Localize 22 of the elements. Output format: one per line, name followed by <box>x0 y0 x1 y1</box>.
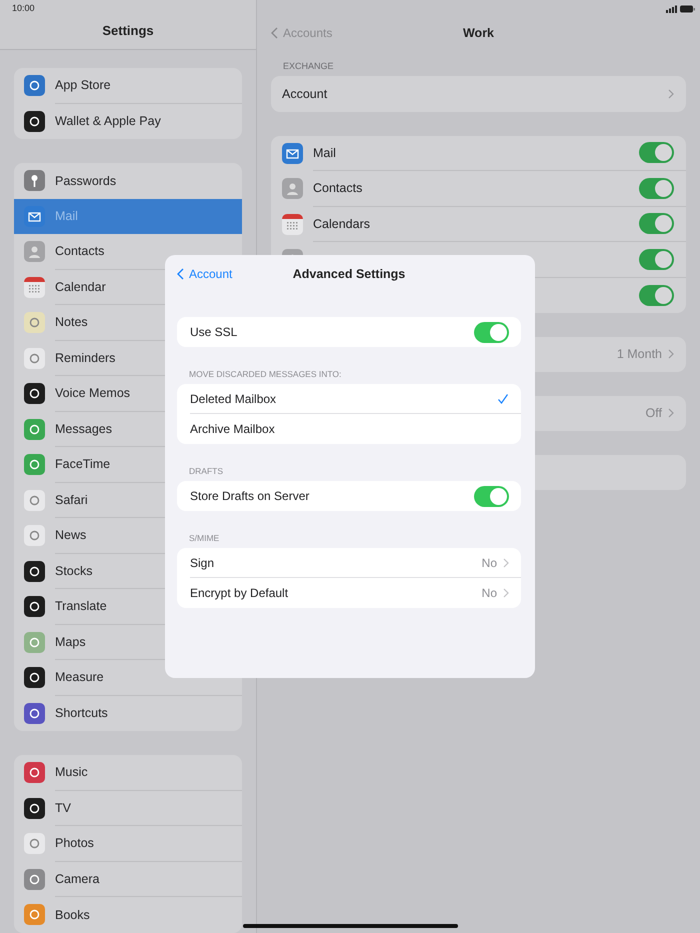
section-header: DRAFTS <box>188 466 224 476</box>
row-label: Contacts <box>313 181 364 196</box>
row-label: Archive Mailbox <box>190 422 276 436</box>
row-label: Deleted Mailbox <box>190 392 278 406</box>
page-title: Work <box>462 26 494 40</box>
section-header: MOVE DISCARDED MESSAGES INTO: <box>188 369 342 379</box>
row-label: Account <box>282 86 328 101</box>
sidebar-title: Settings <box>102 23 154 38</box>
row-value: No <box>482 586 497 600</box>
row-value: 1 Month <box>616 347 662 362</box>
row-label: Mail <box>313 146 337 160</box>
row-label: Calendars <box>313 216 371 231</box>
row-value: No <box>482 556 497 570</box>
section-header: S/MIME <box>188 533 220 543</box>
status-time: 10:00 <box>12 3 35 13</box>
row-label: Use SSL <box>190 325 238 339</box>
row-label: Encrypt by Default <box>190 586 290 600</box>
row-label: Store Drafts on Server <box>190 489 310 503</box>
section-header: EXCHANGE <box>282 61 335 71</box>
row-value: Off <box>646 406 662 420</box>
row-label: Sign <box>190 556 216 570</box>
dialog-title: Advanced Settings <box>292 267 406 281</box>
